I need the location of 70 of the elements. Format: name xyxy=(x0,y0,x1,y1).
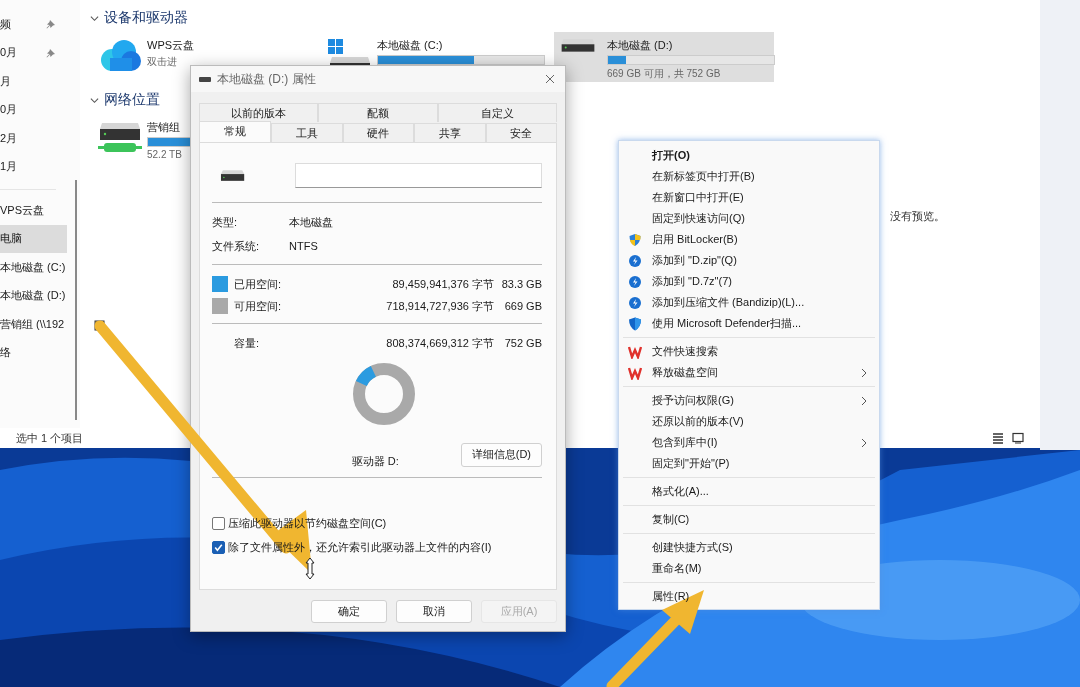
drive-tile[interactable]: 本地磁盘 (D:) 669 GB 可用，共 752 GB xyxy=(554,32,774,82)
property-value: NTFS xyxy=(289,240,318,252)
menu-item[interactable]: 授予访问权限(G) xyxy=(619,390,879,411)
capacity-label: 容量: xyxy=(234,335,261,351)
nav-item[interactable]: VPS云盘 xyxy=(0,196,68,225)
tab[interactable]: 常规 xyxy=(199,121,271,142)
menu-item[interactable]: 包含到库中(I) xyxy=(619,432,879,453)
dialog-title: 本地磁盘 (D:) 属性 xyxy=(217,70,316,88)
dialog-button[interactable]: 确定 xyxy=(311,600,387,623)
drive-label: 驱动器 D: xyxy=(351,454,399,469)
drive-name: 营销组 xyxy=(147,120,180,135)
tab[interactable]: 安全 xyxy=(485,123,557,142)
property-label: 文件系统: xyxy=(212,238,261,254)
menu-item[interactable]: 添加到压缩文件 (Bandizip)(L)... xyxy=(619,292,879,313)
capacity-size: 752 GB xyxy=(503,337,542,349)
menu-item[interactable]: 使用 Microsoft Defender扫描... xyxy=(619,313,879,334)
menu-item[interactable]: 固定到"开始"(P) xyxy=(619,453,879,474)
drive-detail: 52.2 TB xyxy=(147,149,182,160)
menu-item[interactable]: 属性(R) xyxy=(619,586,879,607)
menu-item[interactable]: 重命名(M) xyxy=(619,558,879,579)
drive-detail: 双击进 xyxy=(147,55,177,69)
menu-item[interactable]: 在新窗口中打开(E) xyxy=(619,187,879,208)
menu-item[interactable]: 打开(O) xyxy=(619,145,879,166)
space-size: 83.3 GB xyxy=(500,278,542,290)
space-label: 可用空间: xyxy=(234,298,283,314)
space-label: 已用空间: xyxy=(234,276,283,292)
tab[interactable]: 硬件 xyxy=(342,123,414,142)
space-bytes: 718,914,727,936 字节 xyxy=(385,298,494,314)
tab[interactable]: 共享 xyxy=(414,123,486,142)
nav-item[interactable]: 月 xyxy=(0,67,68,96)
tab[interactable]: 自定义 xyxy=(437,103,557,122)
menu-item[interactable]: 创建快捷方式(S) xyxy=(619,537,879,558)
drive-name: 本地磁盘 (D:) xyxy=(607,38,673,53)
menu-item[interactable]: 固定到快速访问(Q) xyxy=(619,208,879,229)
preview-message: 没有预览。 xyxy=(890,209,945,224)
nav-item[interactable]: 本地磁盘 (C:) xyxy=(0,253,68,282)
nav-item[interactable]: 0月 xyxy=(0,38,68,67)
menu-item[interactable]: 复制(C) xyxy=(619,509,879,530)
nav-item[interactable]: 1月 xyxy=(0,152,68,181)
nav-item[interactable]: 本地磁盘 (D:) xyxy=(0,281,68,310)
section-title: 设备和驱动器 xyxy=(104,9,188,27)
capacity-bytes: 808,374,669,312 字节 xyxy=(385,335,494,351)
menu-item[interactable]: 格式化(A)... xyxy=(619,481,879,502)
status-text: 选中 1 个项目 xyxy=(16,430,84,446)
menu-item[interactable]: 还原以前的版本(V) xyxy=(619,411,879,432)
nav-item[interactable]: 0月 xyxy=(0,95,68,124)
space-size: 669 GB xyxy=(503,300,542,312)
nav-item[interactable]: 2月 xyxy=(0,124,68,153)
drive-detail: 669 GB 可用，共 752 GB xyxy=(607,67,721,81)
nav-item[interactable]: 频 xyxy=(0,10,68,39)
space-bytes: 89,459,941,376 字节 xyxy=(391,276,494,292)
dialog-button[interactable]: 取消 xyxy=(396,600,472,623)
drive-name: WPS云盘 xyxy=(147,38,195,53)
tab[interactable]: 工具 xyxy=(271,123,343,142)
tab[interactable]: 配额 xyxy=(318,103,438,122)
menu-item[interactable]: 添加到 "D.zip"(Q) xyxy=(619,250,879,271)
section-title: 网络位置 xyxy=(104,91,160,109)
menu-item[interactable]: 添加到 "D.7z"(7) xyxy=(619,271,879,292)
property-label: 类型: xyxy=(212,214,239,230)
nav-item[interactable]: 电脑 xyxy=(0,224,67,253)
details-button[interactable]: 详细信息(D) xyxy=(460,442,542,467)
nav-item[interactable]: 营销组 (\\192 xyxy=(0,310,68,339)
menu-item[interactable]: 在新标签页中打开(B) xyxy=(619,166,879,187)
menu-item[interactable]: 释放磁盘空间 xyxy=(619,362,879,383)
nav-item[interactable]: 络 xyxy=(0,338,68,367)
drive-name: 本地磁盘 (C:) xyxy=(377,38,443,53)
tab[interactable]: 以前的版本 xyxy=(199,103,319,122)
property-value: 本地磁盘 xyxy=(289,214,333,230)
menu-item[interactable]: 启用 BitLocker(B) xyxy=(619,229,879,250)
menu-item[interactable]: 文件快速搜索 xyxy=(619,341,879,362)
